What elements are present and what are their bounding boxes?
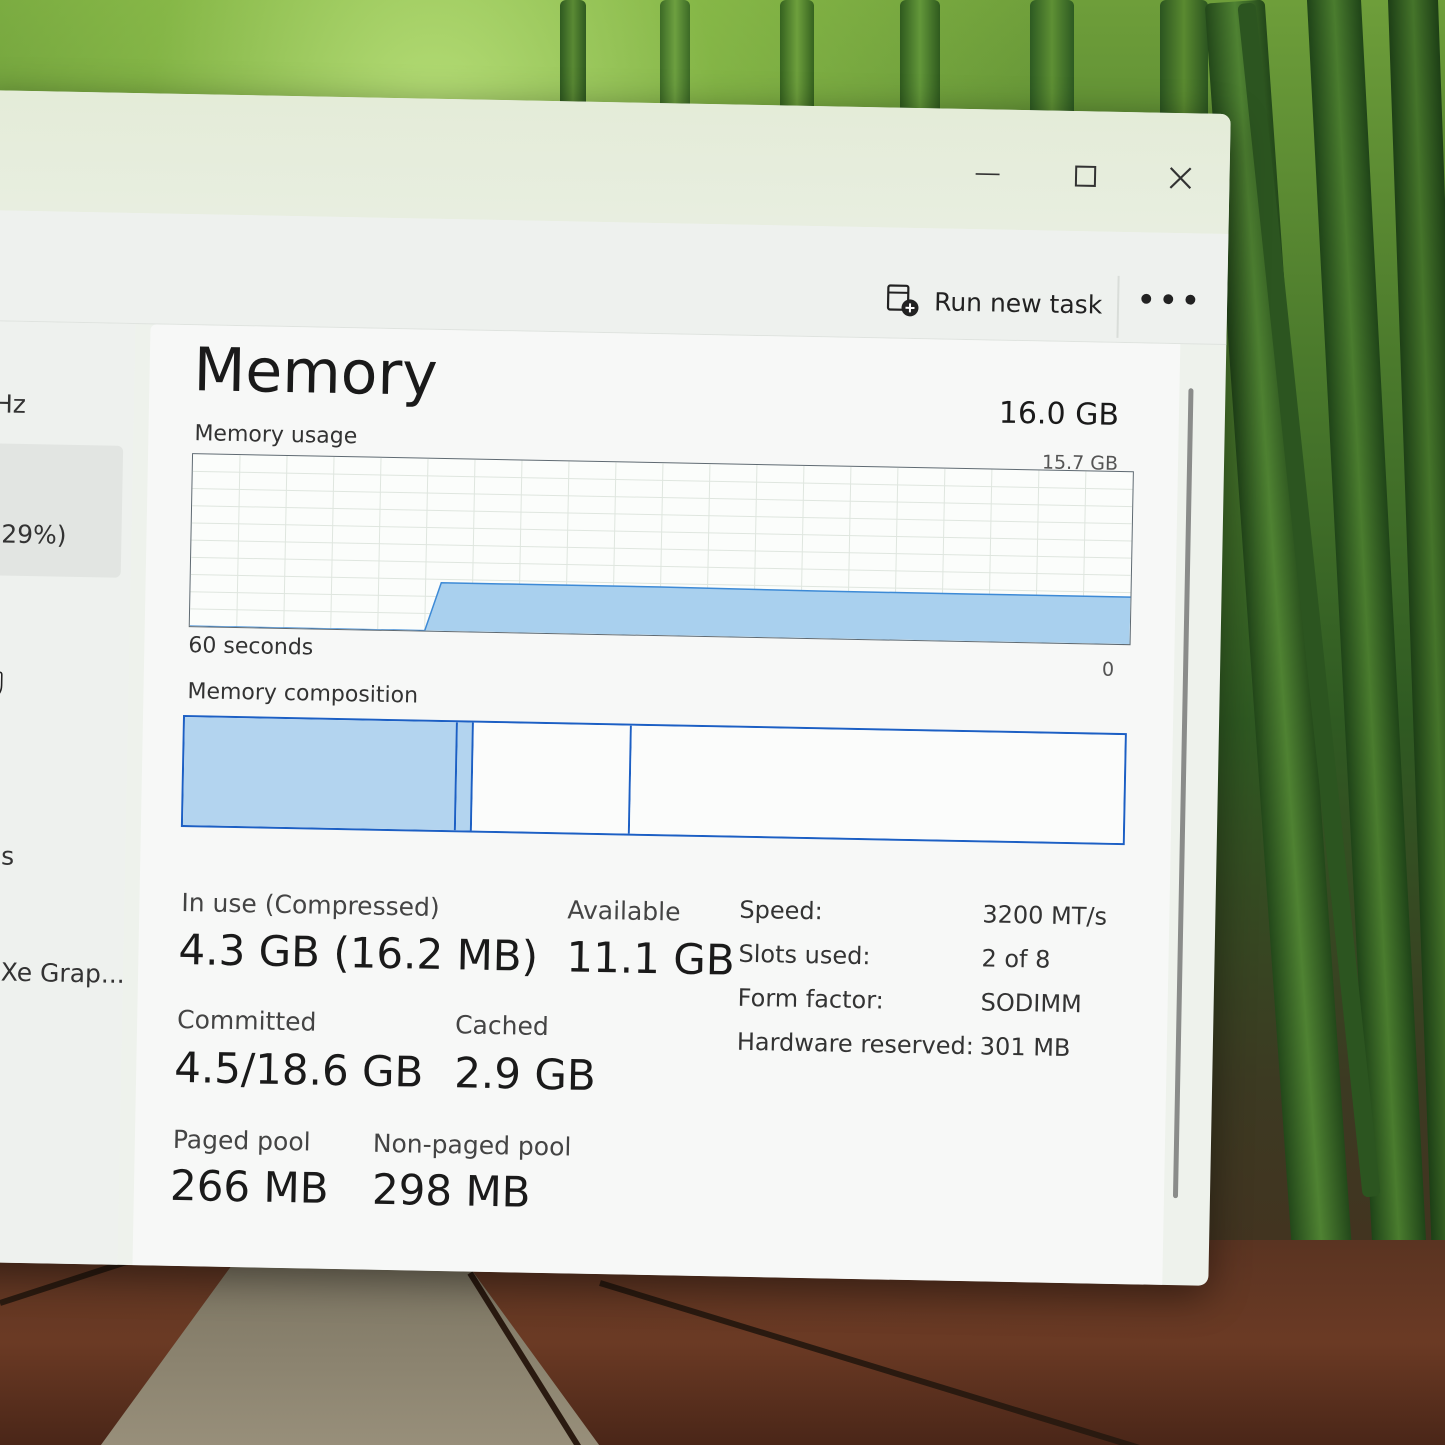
composition-segment-standby[interactable] (471, 722, 633, 834)
composition-segment-in-use[interactable] (182, 717, 458, 831)
page-title: Memory (192, 335, 439, 410)
chart-zero-label: 0 (1101, 658, 1115, 681)
sidebar-item-memory-selected[interactable] (0, 442, 124, 578)
hardware-reserved-value: 301 MB (979, 1032, 1071, 1063)
memory-usage-chart (188, 453, 1134, 646)
nonpaged-pool-label: Non-paged pool (372, 1128, 572, 1162)
committed-value: 4.5/18.6 GB (173, 1042, 424, 1097)
speed-label: Speed: (739, 895, 823, 926)
chart-time-label: 60 seconds (188, 633, 314, 661)
minimize-button[interactable] (958, 154, 1019, 195)
speed-value: 3200 MT/s (982, 900, 1108, 931)
memory-composition-label: Memory composition (187, 679, 419, 709)
paged-pool-value: 266 MB (169, 1160, 330, 1213)
close-icon (1169, 167, 1192, 190)
memory-usage-label: Memory usage (194, 421, 358, 450)
sidebar-item-gpu[interactable]: ) Xe Grap... (0, 957, 125, 989)
performance-sidebar: Hz (29%) ) ps ) Xe Grap... (0, 320, 136, 1265)
cached-value: 2.9 GB (453, 1048, 597, 1100)
nonpaged-pool-value: 298 MB (371, 1164, 531, 1217)
run-task-icon (886, 284, 919, 317)
paged-pool-label: Paged pool (172, 1124, 311, 1157)
toolbar-divider (1116, 275, 1120, 338)
minimize-icon (975, 173, 1000, 176)
committed-label: Committed (176, 1004, 317, 1037)
form-factor-label: Form factor: (737, 983, 885, 1015)
task-manager-window: Run new task ••• Hz (29%) ) ps ) Xe Grap… (0, 90, 1231, 1286)
composition-segment-free[interactable] (630, 725, 1125, 844)
title-bar (0, 90, 1231, 234)
sidebar-item-network[interactable]: ps (0, 841, 14, 871)
run-new-task-label: Run new task (933, 286, 1103, 320)
cached-label: Cached (454, 1010, 550, 1042)
hardware-reserved-label: Hardware reserved: (736, 1027, 975, 1061)
slots-used-value: 2 of 8 (981, 944, 1051, 974)
maximize-icon (1074, 165, 1097, 187)
maximize-button[interactable] (1055, 156, 1116, 197)
memory-usage-plot (189, 455, 1133, 645)
memory-composition-bar (180, 715, 1127, 846)
hand-cursor-icon (0, 652, 3, 700)
memory-panel: Memory 16.0 GB Memory usage 15.7 GB 60 s… (132, 324, 1181, 1285)
run-new-task-button[interactable]: Run new task (886, 277, 1103, 327)
available-value: 11.1 GB (565, 932, 736, 985)
slots-used-label: Slots used: (738, 939, 871, 971)
close-button[interactable] (1150, 157, 1211, 198)
form-factor-value: SODIMM (980, 988, 1083, 1019)
more-options-button[interactable]: ••• (1136, 280, 1203, 321)
available-label: Available (567, 895, 681, 927)
sidebar-item-disk[interactable]: ) (0, 611, 2, 646)
sidebar-item-memory[interactable]: (29%) (0, 519, 67, 549)
in-use-label: In use (Compressed) (181, 888, 440, 922)
in-use-value: 4.3 GB (16.2 MB) (178, 924, 539, 981)
sidebar-item-cpu[interactable]: Hz (0, 389, 26, 419)
total-memory: 16.0 GB (998, 395, 1120, 433)
